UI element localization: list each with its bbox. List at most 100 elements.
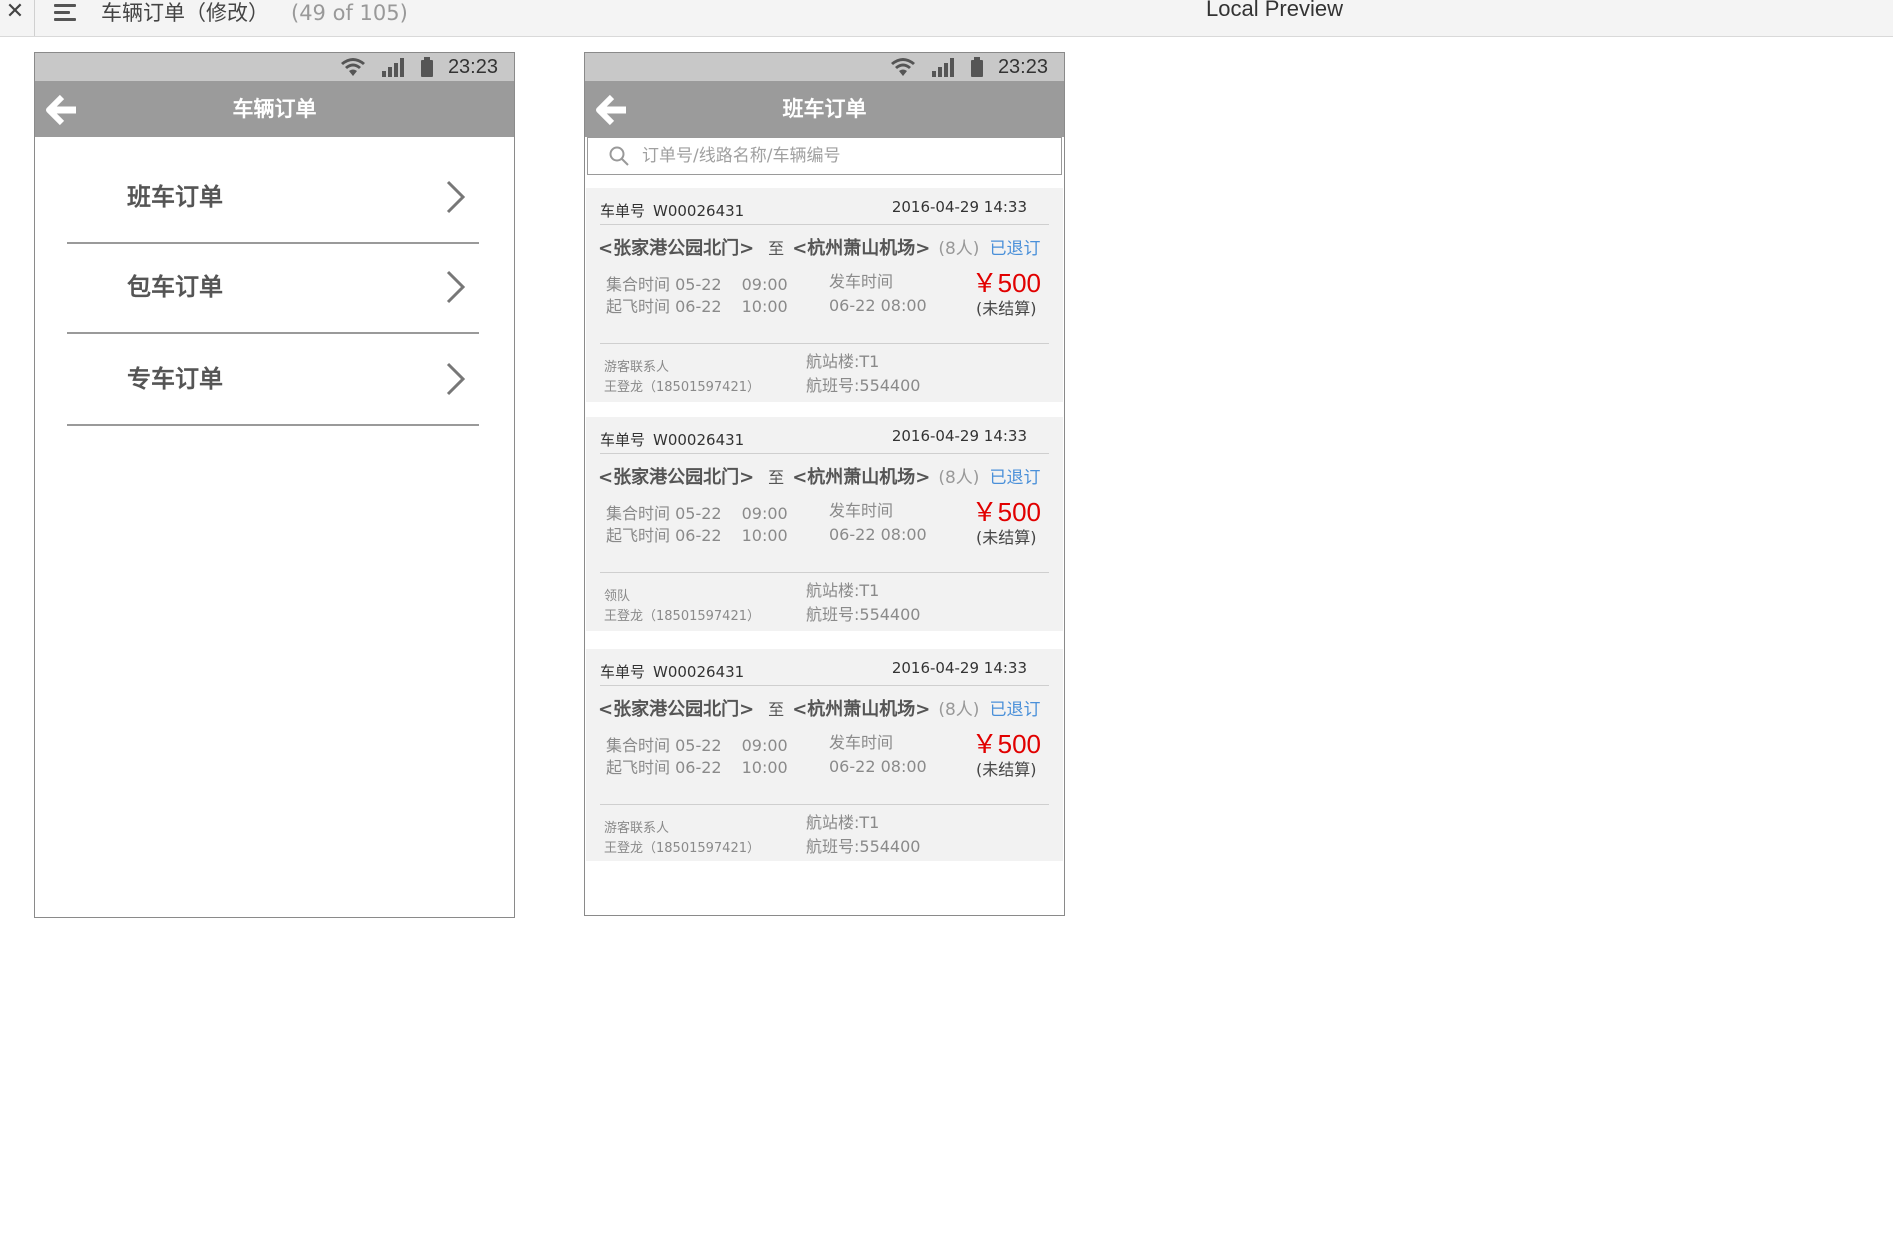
departure-time-value: 06-22 08:00 [829,296,927,315]
route-origin: <张家港公园北门> [598,467,755,488]
order-price: ￥500 (未结算) [972,268,1041,320]
gather-time-value: 09:00 [741,275,788,294]
gather-takeoff-times: 集合时间 05-22 09:00 起飞时间 06-22 10:00 [606,735,788,779]
order-number: 车单号 W00026431 [600,200,744,221]
order-datetime: 2016-04-29 14:33 [891,427,1027,445]
order-header: 车单号 W00026431 2016-04-29 14:33 [600,649,1049,686]
price-amount: ￥500 [971,729,1041,759]
chevron-right-icon [446,270,466,304]
order-route: <张家港公园北门> 至 <杭州萧山机场> (8人) 已退订 [598,695,1040,721]
order-card[interactable]: 车单号 W00026431 2016-04-29 14:33 <张家港公园北门> 至… [586,188,1063,402]
order-number-value: W00026431 [653,663,745,681]
terminal: 航站楼:T1 [806,352,880,371]
nav-title: 车辆订单 [232,97,317,121]
route-to: 至 [768,468,785,487]
settlement-status: (未结算) [976,760,1037,779]
contact-person: 王登龙（18501597421） [604,380,760,395]
order-route: <张家港公园北门> 至 <杭州萧山机场> (8人) 已退订 [598,463,1040,489]
gather-takeoff-times: 集合时间 05-22 09:00 起飞时间 06-22 10:00 [606,274,788,318]
contact-person: 王登龙（18501597421） [604,841,760,856]
route-destination: <杭州萧山机场> [792,467,931,488]
order-card[interactable]: 车单号 W00026431 2016-04-29 14:33 <张家港公园北门> 至… [586,649,1063,861]
contact-info: 领队 王登龙（18501597421） [604,587,760,627]
route-origin: <张家港公园北门> [598,699,755,720]
takeoff-time-value: 10:00 [741,297,788,316]
status-bar: 23:23 [35,53,514,81]
departure-time-value: 06-22 08:00 [829,757,927,776]
order-number-value: W00026431 [653,202,745,220]
toolbar-divider [34,0,35,36]
price-amount: ￥500 [971,268,1041,298]
departure-time-label: 发车时间 [829,733,894,752]
settlement-status: (未结算) [976,299,1037,318]
menu-item-label: 专车订单 [127,365,223,393]
contact-role: 游客联系人 [604,821,670,836]
terminal: 航站楼:T1 [806,813,880,832]
menu-item-private-car-orders[interactable]: 专车订单 [67,334,479,426]
flight-info: 航站楼:T1 航班号:554400 [806,579,920,627]
nav-title: 班车订单 [782,97,867,121]
card-divider [600,572,1049,573]
hamburger-menu-icon[interactable] [54,2,80,24]
gather-takeoff-times: 集合时间 05-22 09:00 起飞时间 06-22 10:00 [606,503,788,547]
order-number-label: 车单号 [600,431,646,449]
battery-icon [970,57,983,77]
route-origin: <张家港公园北门> [598,238,755,259]
search-input[interactable]: 订单号/线路名称/车辆编号 [587,137,1062,175]
page-count: (49 of 105) [291,1,408,25]
order-number: 车单号 W00026431 [600,429,744,450]
menu-item-shuttle-orders[interactable]: 班车订单 [67,152,479,244]
passenger-count: (8人) [938,700,980,720]
status-bar: 23:23 [585,53,1064,81]
search-placeholder: 订单号/线路名称/车辆编号 [642,146,841,166]
menu-item-label: 班车订单 [127,183,223,211]
order-header: 车单号 W00026431 2016-04-29 14:33 [600,417,1049,454]
gather-time-label: 集合时间 05-22 [606,736,722,755]
departure-time: 发车时间 06-22 08:00 [829,731,927,779]
order-number-value: W00026431 [653,431,745,449]
passenger-count: (8人) [938,468,980,488]
order-price: ￥500 (未结算) [972,729,1041,781]
order-number: 车单号 W00026431 [600,661,744,682]
contact-role: 游客联系人 [604,360,670,375]
flight-number: 航班号:554400 [806,837,921,856]
settlement-status: (未结算) [976,528,1037,547]
menu-item-charter-orders[interactable]: 包车订单 [67,242,479,334]
contact-info: 游客联系人 王登龙（18501597421） [604,358,760,398]
order-price: ￥500 (未结算) [972,497,1041,549]
flight-info: 航站楼:T1 航班号:554400 [806,350,920,398]
wifi-icon [890,58,915,76]
flight-number: 航班号:554400 [806,376,921,395]
order-header: 车单号 W00026431 2016-04-29 14:33 [600,188,1049,225]
chevron-right-icon [446,180,466,214]
order-card[interactable]: 车单号 W00026431 2016-04-29 14:33 <张家港公园北门> 至… [586,417,1063,631]
order-number-label: 车单号 [600,202,646,220]
close-icon[interactable]: ✕ [4,0,26,26]
departure-time-label: 发车时间 [829,272,894,291]
takeoff-time-value: 10:00 [741,758,788,777]
nav-bar: 车辆订单 [35,81,514,137]
contact-role: 领队 [604,589,631,604]
price-amount: ￥500 [971,497,1041,527]
status-time: 23:23 [997,55,1048,78]
signal-icon [931,58,954,77]
order-status-link[interactable]: 已退订 [989,468,1040,488]
passenger-count: (8人) [938,239,980,259]
route-destination: <杭州萧山机场> [792,699,931,720]
order-status-link[interactable]: 已退订 [989,700,1040,720]
order-route: <张家港公园北门> 至 <杭州萧山机场> (8人) 已退订 [598,234,1040,260]
phone-shuttle-orders: 23:23 班车订单 订单号/线路名称/车辆编号 车单号 W00026431 20… [584,52,1065,916]
flight-info: 航站楼:T1 航班号:554400 [806,811,920,859]
gather-time-label: 集合时间 05-22 [606,504,722,523]
contact-person: 王登龙（18501597421） [604,609,760,624]
takeoff-time-value: 10:00 [741,526,788,545]
page-title: 车辆订单（修改） (49 of 105) [101,0,408,27]
card-divider [600,343,1049,344]
order-status-link[interactable]: 已退订 [989,239,1040,259]
status-time: 23:23 [447,55,498,78]
local-preview-label: Local Preview [1206,0,1343,21]
chevron-right-icon [446,362,466,396]
takeoff-time-label: 起飞时间 06-22 [606,297,722,316]
phone-vehicle-orders: 23:23 车辆订单 班车订单 包车订单 专车订单 [34,52,515,918]
preview-toolbar: ✕ 车辆订单（修改） (49 of 105) Local Preview [0,0,1893,37]
